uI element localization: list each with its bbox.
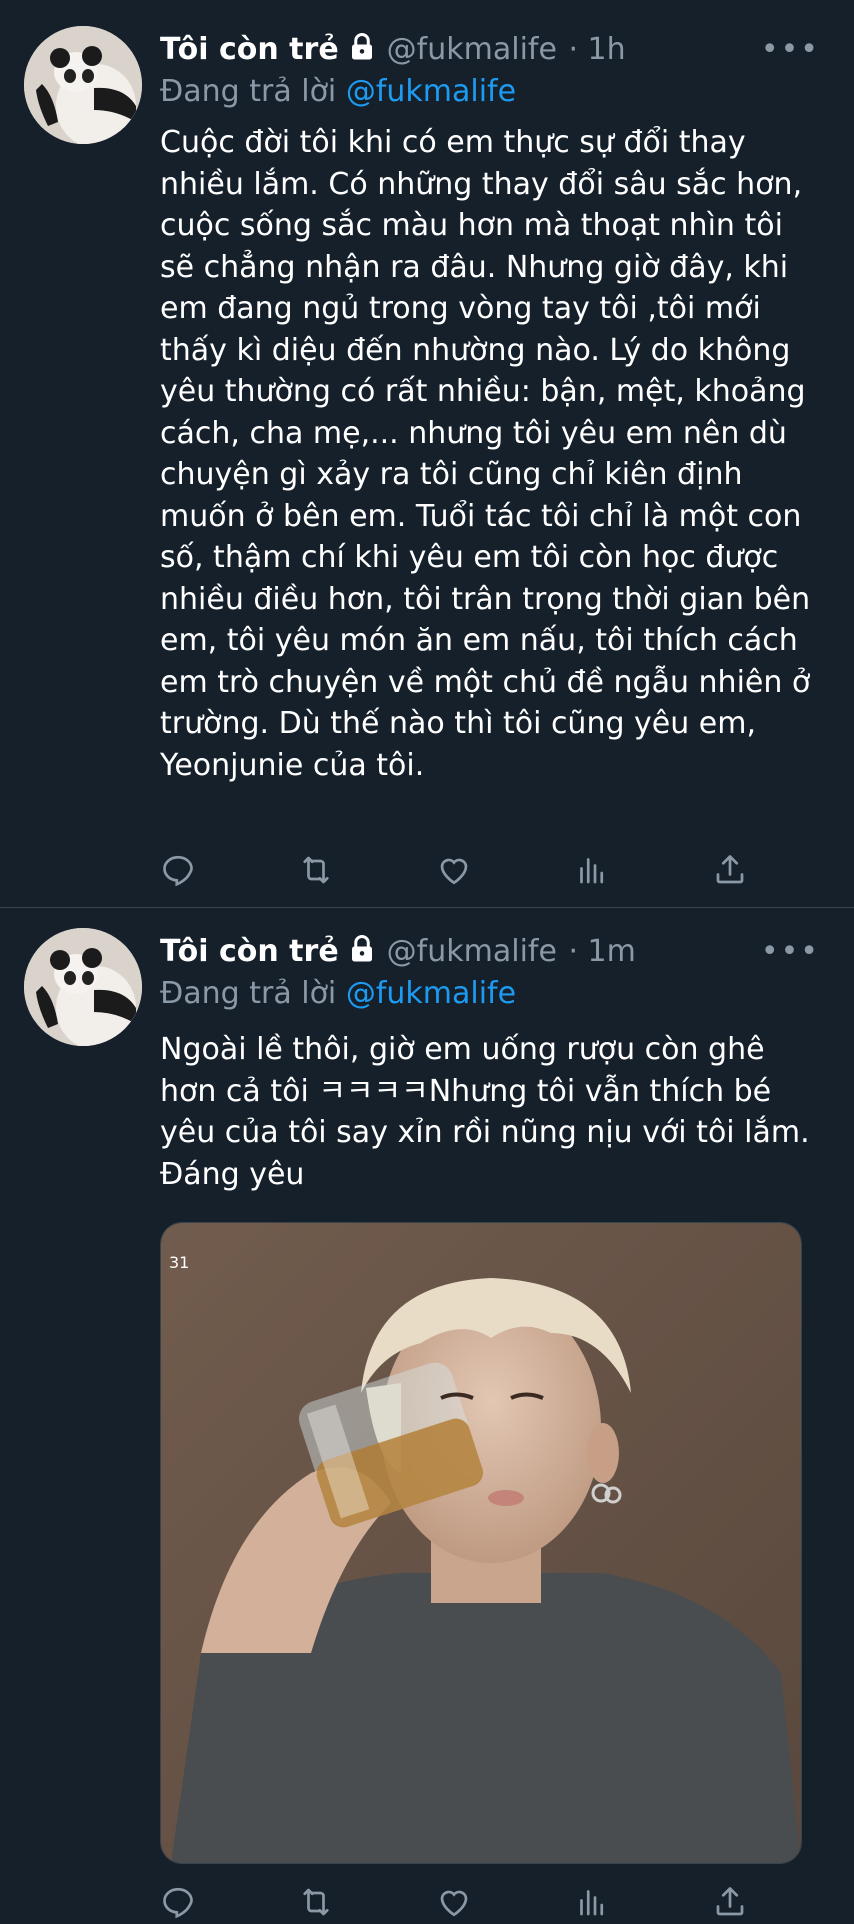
analytics-icon[interactable]	[574, 1884, 614, 1924]
replying-to: Đang trả lời @fukmalife	[160, 976, 516, 1011]
timestamp[interactable]: · 1h	[568, 32, 625, 67]
tweet-text: Ngoài lề thôi, giờ em uống rượu còn ghê …	[160, 1032, 810, 1192]
tweet-actions	[160, 1884, 760, 1924]
author-name[interactable]: Tôi còn trẻ	[160, 934, 339, 969]
share-icon[interactable]	[712, 1884, 752, 1924]
author-name[interactable]: Tôi còn trẻ	[160, 32, 339, 67]
replying-to: Đang trả lời @fukmalife	[160, 74, 516, 109]
share-icon[interactable]	[712, 852, 752, 892]
avatar[interactable]	[24, 26, 142, 144]
mention-link[interactable]: @fukmalife	[346, 976, 516, 1011]
reply-icon[interactable]	[160, 1884, 200, 1924]
tweet[interactable]: Tôi còn trẻ @fukmalife · 1h ••• Đang trả …	[0, 0, 854, 905]
tweet-text: Cuộc đời tôi khi có em thực sự đổi thay …	[160, 125, 811, 783]
tweet-photo[interactable]: 31	[160, 1222, 802, 1864]
author-handle[interactable]: @fukmalife	[387, 934, 557, 969]
tweet-actions	[160, 852, 760, 892]
timestamp[interactable]: · 1m	[568, 934, 635, 969]
photo-image	[161, 1223, 801, 1863]
mention-link[interactable]: @fukmalife	[346, 74, 516, 109]
tweet-header: Tôi còn trẻ @fukmalife · 1m	[160, 934, 636, 974]
more-icon[interactable]: •••	[761, 32, 820, 67]
reply-icon[interactable]	[160, 852, 200, 892]
avatar[interactable]	[24, 928, 142, 1046]
more-icon[interactable]: •••	[761, 934, 820, 969]
retweet-icon[interactable]	[298, 1884, 338, 1924]
retweet-icon[interactable]	[298, 852, 338, 892]
author-handle[interactable]: @fukmalife	[387, 32, 557, 67]
tweet-header: Tôi còn trẻ @fukmalife · 1h	[160, 32, 626, 72]
replying-to-label: Đang trả lời	[160, 976, 337, 1011]
tweet-divider	[0, 907, 854, 908]
analytics-icon[interactable]	[574, 852, 614, 892]
lock-icon	[347, 934, 377, 972]
like-icon[interactable]	[436, 852, 476, 892]
photo-watermark-label: 31	[169, 1253, 190, 1272]
lock-icon	[347, 32, 377, 70]
like-icon[interactable]	[436, 1884, 476, 1924]
replying-to-label: Đang trả lời	[160, 74, 337, 109]
